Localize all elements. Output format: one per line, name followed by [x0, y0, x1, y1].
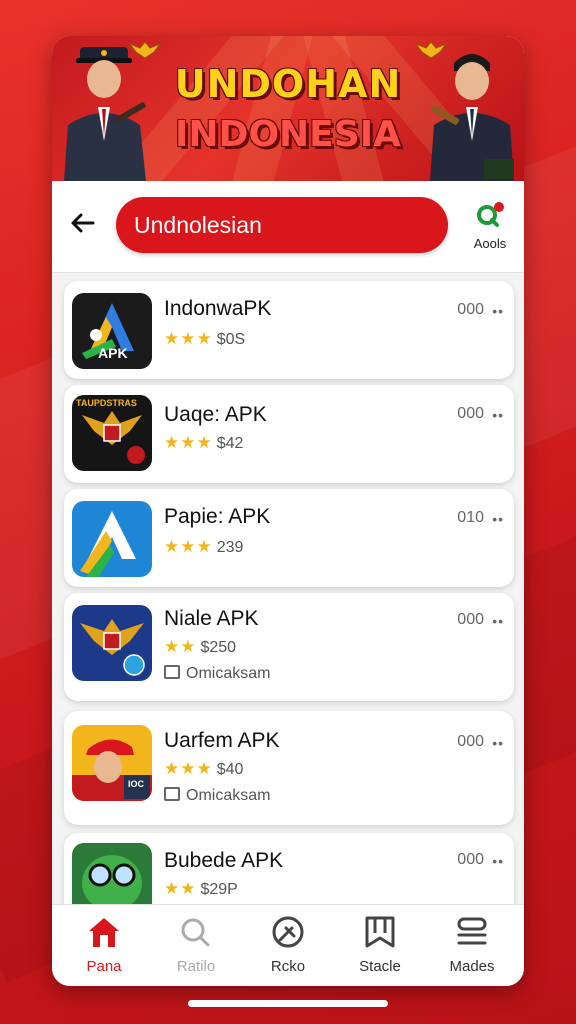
- list-item[interactable]: Papie: APK ★★★ 239 010 ••: [64, 489, 514, 587]
- home-indicator[interactable]: [188, 1000, 388, 1007]
- nav-item-search[interactable]: Ratilo: [156, 915, 236, 975]
- more-options-icon[interactable]: ••: [492, 735, 504, 751]
- search-icon: [181, 918, 210, 947]
- app-rating: ★★ $29P: [164, 879, 238, 898]
- banner-title: UNDOHAN: [174, 62, 402, 106]
- more-options-icon[interactable]: ••: [492, 303, 504, 319]
- banner-subtitle: INDONESIA: [175, 114, 401, 155]
- app-count: 000: [457, 301, 484, 318]
- app-count: 000: [457, 611, 484, 628]
- back-button[interactable]: [66, 207, 98, 239]
- star-rating-icon: ★★★: [164, 759, 213, 778]
- list-item[interactable]: Niale APK ★★ $250 Omicaksam 000 ••: [64, 593, 514, 701]
- app-count: 010: [457, 509, 484, 526]
- app-rating: ★★ $250: [164, 637, 237, 656]
- nav-item-explore[interactable]: Rcko: [248, 915, 328, 975]
- more-options-icon[interactable]: ••: [492, 853, 504, 869]
- app-name: Papie: APK: [164, 505, 271, 528]
- app-developer: Omicaksam: [164, 665, 270, 683]
- star-rating-icon: ★★: [164, 637, 197, 656]
- list-item[interactable]: APK IndonwaPK ★★★ $0S 000 ••: [64, 281, 514, 379]
- checkbox-icon: [164, 665, 180, 679]
- star-rating-icon: ★★★: [164, 329, 213, 348]
- list-item[interactable]: TAUPDSTRAS Uaqe: APK ★★★ $42 000 ••: [64, 385, 514, 483]
- app-icon-niale: [72, 605, 152, 681]
- app-name: Niale APK: [164, 607, 259, 630]
- star-rating-icon: ★★: [164, 879, 197, 898]
- app-icon-uarfem: IOC: [72, 725, 152, 801]
- checkbox-icon: [164, 787, 180, 801]
- home-icon: [89, 918, 119, 947]
- phone-frame: UNDOHAN INDONESIA Undnolesian Aools APK …: [52, 36, 524, 986]
- app-rating: ★★★ $0S: [164, 329, 246, 348]
- nav-label: Stacle: [359, 958, 401, 975]
- app-developer: Omicaksam: [164, 787, 270, 805]
- app-rating: ★★★ $40: [164, 759, 244, 778]
- app-icon-papie: [72, 501, 152, 577]
- app-count: 000: [457, 405, 484, 422]
- app-rating: ★★★ 239: [164, 537, 244, 556]
- app-name: Uarfem APK: [164, 729, 280, 752]
- app-name: Uaqe: APK: [164, 403, 267, 426]
- app-rating: ★★★ $42: [164, 433, 244, 452]
- more-options-icon[interactable]: ••: [492, 613, 504, 629]
- top-bar: Undnolesian Aools: [52, 181, 524, 273]
- app-name: Bubede APK: [164, 849, 284, 872]
- search-input[interactable]: Undnolesian: [116, 197, 448, 253]
- app-count: 000: [457, 733, 484, 750]
- compass-icon: [272, 916, 304, 948]
- search-input-value: Undnolesian: [134, 211, 262, 238]
- more-options-icon[interactable]: ••: [492, 511, 504, 527]
- nav-label: Ratilo: [176, 958, 216, 975]
- nav-item-games[interactable]: Mades: [432, 915, 512, 975]
- list-item[interactable]: IOC Uarfem APK ★★★ $40 Omicaksam 000 ••: [64, 711, 514, 825]
- promo-banner[interactable]: UNDOHAN INDONESIA: [52, 36, 524, 181]
- nav-item-library[interactable]: Stacle: [340, 915, 420, 975]
- apps-button[interactable]: Aools: [464, 201, 516, 255]
- app-icon-apk: APK: [72, 293, 152, 369]
- more-options-icon[interactable]: ••: [492, 407, 504, 423]
- app-count: 000: [457, 851, 484, 868]
- nav-item-home[interactable]: Pana: [64, 915, 144, 975]
- bottom-navigation: Pana Ratilo Rcko Stacle Mades: [52, 904, 524, 986]
- bookmark-icon: [365, 916, 395, 948]
- search-notification-icon: [477, 202, 504, 227]
- stack-icon: [457, 917, 487, 945]
- app-icon-garuda: TAUPDSTRAS: [72, 395, 152, 471]
- nav-label: Mades: [449, 958, 495, 975]
- star-rating-icon: ★★★: [164, 433, 213, 452]
- star-rating-icon: ★★★: [164, 537, 213, 556]
- nav-label: Rcko: [270, 958, 306, 975]
- app-name: IndonwaPK: [164, 297, 272, 320]
- arrow-left-icon: [71, 213, 95, 233]
- apps-label: Aools: [473, 236, 507, 251]
- nav-label: Pana: [86, 958, 122, 975]
